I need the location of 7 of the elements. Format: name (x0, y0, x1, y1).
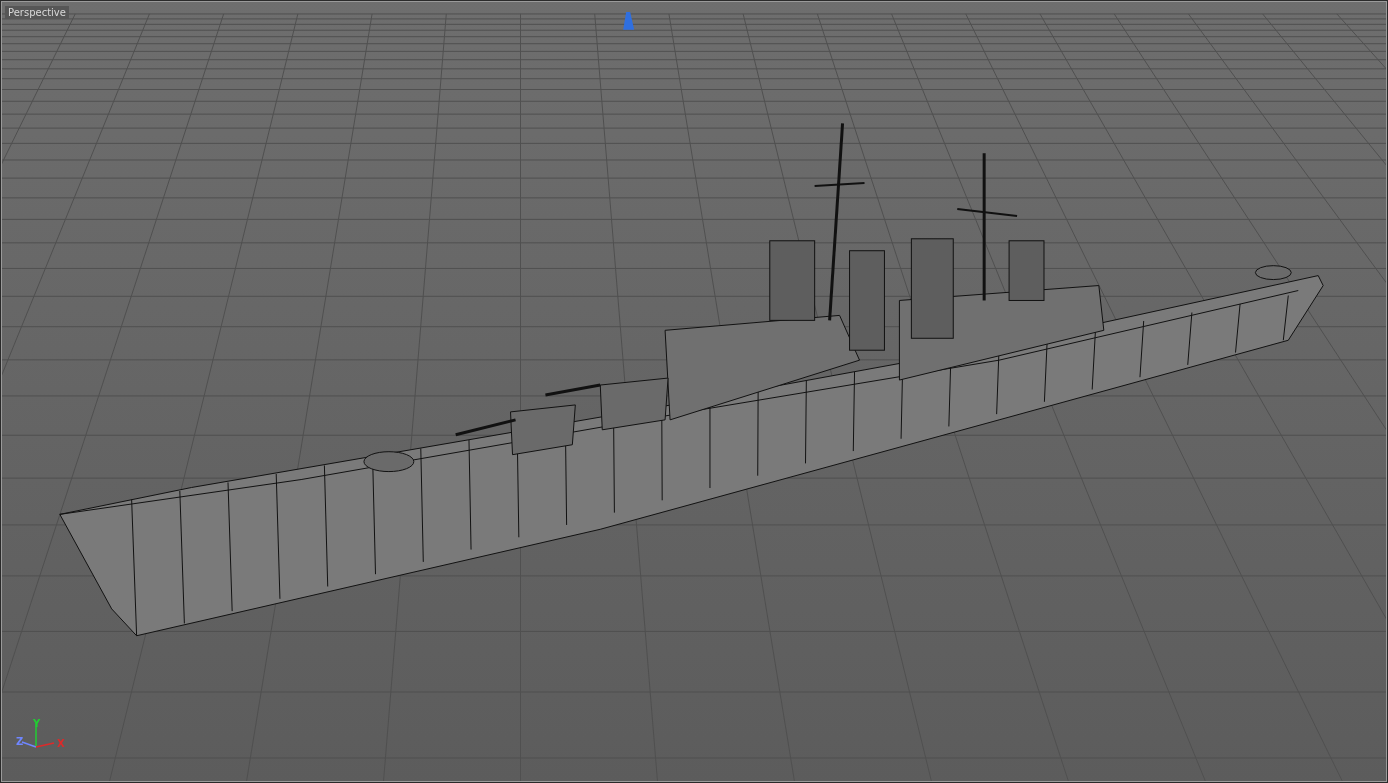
light-icon[interactable] (623, 11, 635, 30)
viewport-title[interactable]: Perspective (5, 6, 69, 19)
axis-label: X (57, 738, 65, 749)
axis-label: Y (33, 718, 41, 729)
ship-wireframe-drawing[interactable] (59, 123, 1324, 637)
3d-viewport[interactable]: Perspective Y Z X (1, 1, 1387, 782)
axis-label: Z (16, 736, 24, 747)
